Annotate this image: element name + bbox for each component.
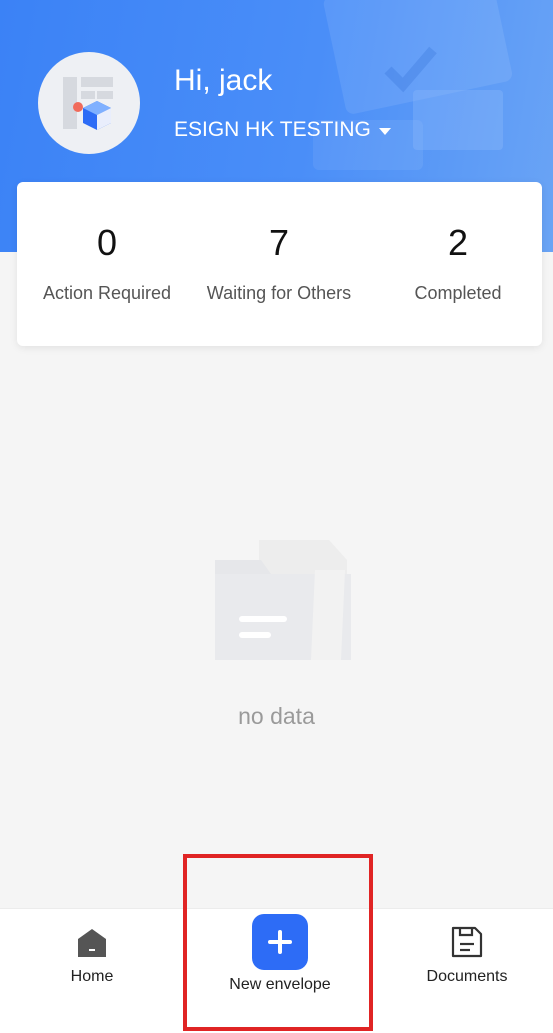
new-envelope-button[interactable] <box>252 914 308 970</box>
tab-documents-label: Documents <box>426 968 508 985</box>
caret-down-icon <box>378 127 391 135</box>
empty-state-text: no data <box>238 703 315 729</box>
organization-selector[interactable]: ESIGN HK TESTING <box>174 118 391 142</box>
stat-label: Waiting for Others <box>206 283 352 303</box>
stat-label: Completed <box>414 283 502 303</box>
home-icon <box>78 929 106 957</box>
tab-home-label: Home <box>70 968 114 985</box>
greeting-text: Hi, jack <box>174 64 273 97</box>
empty-folder-icon <box>214 540 351 660</box>
tab-documents[interactable]: Documents <box>407 909 527 1033</box>
organization-name: ESIGN HK TESTING <box>174 118 371 141</box>
tab-home[interactable]: Home <box>32 909 152 1033</box>
stat-label: Action Required <box>42 283 172 303</box>
stat-count: 7 <box>268 222 290 263</box>
stat-count: 0 <box>96 222 118 263</box>
avatar-logo-icon <box>63 77 113 130</box>
plus-icon <box>268 930 292 954</box>
stat-count: 2 <box>447 222 469 263</box>
tab-new-envelope-label: New envelope <box>229 976 331 993</box>
documents-icon <box>451 926 483 958</box>
envelope-stats-card: 0 Action Required 7 Waiting for Others 2… <box>17 182 542 346</box>
empty-state <box>0 520 553 670</box>
header-decoration <box>313 0 513 170</box>
avatar[interactable] <box>38 52 140 154</box>
